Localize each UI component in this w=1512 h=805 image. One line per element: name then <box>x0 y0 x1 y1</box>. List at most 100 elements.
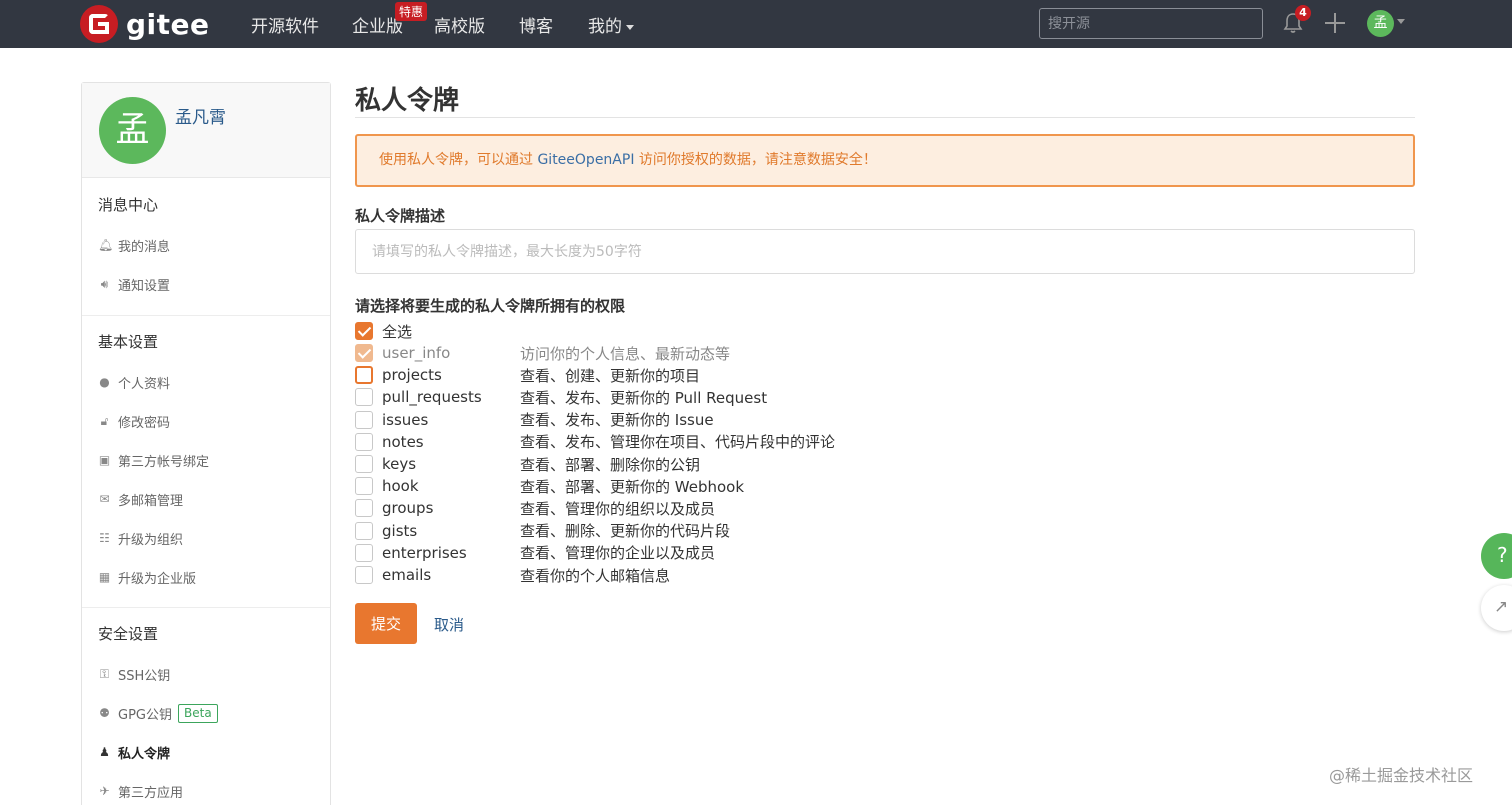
permission-description: 访问你的个人信息、最新动态等 <box>520 344 731 363</box>
gpg-icon: ⚉ <box>99 706 110 720</box>
chevron-down-icon <box>626 24 634 30</box>
permission-checkbox-hook[interactable] <box>355 477 373 496</box>
users-icon: ☷ <box>99 531 110 545</box>
permission-checkbox-issues[interactable] <box>355 410 373 429</box>
permission-name: emails <box>382 566 432 584</box>
section-title-basic: 基本设置 <box>98 333 159 351</box>
security-alert: 使用私人令牌，可以通过 GiteeOpenAPI 访问你授权的数据，请注意数据安… <box>355 134 1415 187</box>
permission-row: pull_requests 查看、发布、更新你的 Pull Request <box>355 386 767 408</box>
sidebar-item-label: GPG公钥 <box>118 708 172 723</box>
sidebar-item-third-party-apps[interactable]: ✈︎ 第三方应用 <box>98 782 184 802</box>
permissions-label: 请选择将要生成的私人令牌所拥有的权限 <box>355 297 626 315</box>
permission-checkbox-enterprises[interactable] <box>355 543 373 562</box>
page-title: 私人令牌 <box>355 86 460 116</box>
permission-checkbox-user-info <box>355 344 373 362</box>
permission-checkbox-notes[interactable] <box>355 432 373 451</box>
permission-description: 查看、部署、删除你的公钥 <box>520 455 701 474</box>
permission-description: 查看、发布、更新你的 Pull Request <box>520 388 768 407</box>
permission-name: keys <box>382 455 417 473</box>
divider <box>82 315 330 316</box>
profile-name[interactable]: 孟凡霄 <box>175 103 226 128</box>
cancel-link[interactable]: 取消 <box>434 614 464 635</box>
permission-name: projects <box>382 366 442 385</box>
sidebar-item-emails[interactable]: ✉︎ 多邮箱管理 <box>98 490 183 510</box>
id-card-icon: ▣ <box>98 453 111 467</box>
plus-icon[interactable] <box>1325 13 1345 33</box>
sidebar-item-private-tokens[interactable]: ♟ 私人令牌 <box>98 743 171 763</box>
section-title-messages: 消息中心 <box>98 196 159 214</box>
permission-row: enterprises 查看、管理你的企业以及成员 <box>355 542 715 564</box>
sidebar-item-label: 升级为企业版 <box>118 572 197 587</box>
permission-name: enterprises <box>382 543 467 562</box>
divider <box>82 607 330 608</box>
sidebar-item-gpg-keys[interactable]: ⚉ GPG公钥 Beta <box>98 704 218 723</box>
nav-open-source[interactable]: 开源软件 <box>251 12 319 37</box>
sidebar-item-notification-settings[interactable]: 🔊︎ 通知设置 <box>98 275 171 295</box>
nav-mine-label: 我的 <box>588 17 622 37</box>
sidebar-item-change-password[interactable]: 🔓︎ 修改密码 <box>98 412 171 432</box>
permission-name: notes <box>382 432 424 451</box>
sidebar-item-my-messages[interactable]: 🔔︎ 我的消息 <box>98 236 170 256</box>
envelope-icon: ✉︎ <box>99 492 110 506</box>
permission-checkbox-pull-requests[interactable] <box>355 388 373 407</box>
nav-mine[interactable]: 我的 <box>588 12 634 37</box>
sidebar-item-third-party-binding[interactable]: ▣ 第三方帐号绑定 <box>98 451 210 471</box>
sidebar-item-label: 第三方应用 <box>118 786 184 801</box>
sidebar-item-upgrade-enterprise[interactable]: ▦ 升级为企业版 <box>98 568 197 588</box>
permission-name: hook <box>382 477 419 496</box>
profile-card: 孟 孟凡霄 <box>82 83 330 178</box>
notification-count-badge: 4 <box>1295 5 1311 21</box>
share-icon[interactable]: ↗ <box>1481 585 1512 631</box>
sidebar-item-label: 修改密码 <box>118 416 171 431</box>
permission-description: 查看、创建、更新你的项目 <box>520 366 701 385</box>
permission-row: projects 查看、创建、更新你的项目 <box>355 364 700 386</box>
permission-description: 查看、发布、更新你的 Issue <box>520 411 714 430</box>
select-all-checkbox[interactable] <box>355 322 373 340</box>
nav-blog[interactable]: 博客 <box>519 12 553 37</box>
watermark: @稀土掘金技术社区 <box>1329 766 1474 785</box>
user-icon: ● <box>99 375 110 389</box>
permission-checkbox-emails[interactable] <box>355 566 373 584</box>
sidebar-item-label: 升级为组织 <box>118 533 184 548</box>
permission-name: issues <box>382 410 429 429</box>
sidebar-item-upgrade-org[interactable]: ☷ 升级为组织 <box>98 529 184 549</box>
token-description-label: 私人令牌描述 <box>355 207 446 225</box>
sidebar-item-label: 私人令牌 <box>118 747 171 762</box>
avatar-chevron-down-icon[interactable] <box>1397 19 1405 24</box>
permission-description: 查看、部署、更新你的 Webhook <box>520 477 745 496</box>
promo-badge: 特惠 <box>395 2 428 21</box>
bell-icon: 🔔︎ <box>98 238 114 252</box>
sidebar-item-label: 第三方帐号绑定 <box>118 455 210 470</box>
token-description-input[interactable] <box>355 229 1415 274</box>
search-input[interactable] <box>1039 8 1263 39</box>
building-icon: ▦ <box>98 570 111 584</box>
permission-row: user_info 访问你的个人信息、最新动态等 <box>355 342 730 364</box>
permission-row: notes 查看、发布、管理你在项目、代码片段中的评论 <box>355 431 835 453</box>
sidebar-item-label: 通知设置 <box>118 279 171 294</box>
sidebar-item-profile[interactable]: ● 个人资料 <box>98 373 170 393</box>
title-divider <box>355 117 1415 118</box>
top-navbar: gitee 开源软件 企业版 特惠 高校版 博客 我的 4 孟 <box>0 0 1512 48</box>
profile-avatar[interactable]: 孟 <box>99 97 166 164</box>
nav-education[interactable]: 高校版 <box>434 12 485 37</box>
permission-name: groups <box>382 499 434 518</box>
permission-checkbox-gists[interactable] <box>355 521 373 540</box>
alert-api-link[interactable]: GiteeOpenAPI <box>537 152 634 168</box>
gitee-logo[interactable]: gitee <box>80 4 210 44</box>
permission-name: pull_requests <box>382 388 482 407</box>
permission-checkbox-keys[interactable] <box>355 455 373 473</box>
help-icon[interactable]: ? <box>1481 533 1512 579</box>
gitee-logo-icon <box>80 5 118 43</box>
permission-description: 查看你的个人邮箱信息 <box>520 566 671 585</box>
permission-description: 查看、管理你的组织以及成员 <box>520 499 716 518</box>
permission-description: 查看、管理你的企业以及成员 <box>520 544 716 563</box>
unlock-icon: 🔓︎ <box>100 414 109 428</box>
sidebar-item-label: SSH公钥 <box>118 669 171 684</box>
settings-sidebar: 孟 孟凡霄 消息中心 🔔︎ 我的消息 🔊︎ 通知设置 基本设置 ● 个人资料 🔓︎ 修改… <box>81 82 331 805</box>
user-avatar[interactable]: 孟 <box>1367 10 1394 37</box>
permission-checkbox-projects[interactable] <box>355 366 373 385</box>
sidebar-item-ssh-keys[interactable]: ⚿ SSH公钥 <box>98 665 171 685</box>
permission-row: issues 查看、发布、更新你的 Issue <box>355 409 714 431</box>
permission-checkbox-groups[interactable] <box>355 499 373 518</box>
submit-button[interactable]: 提交 <box>355 603 417 644</box>
